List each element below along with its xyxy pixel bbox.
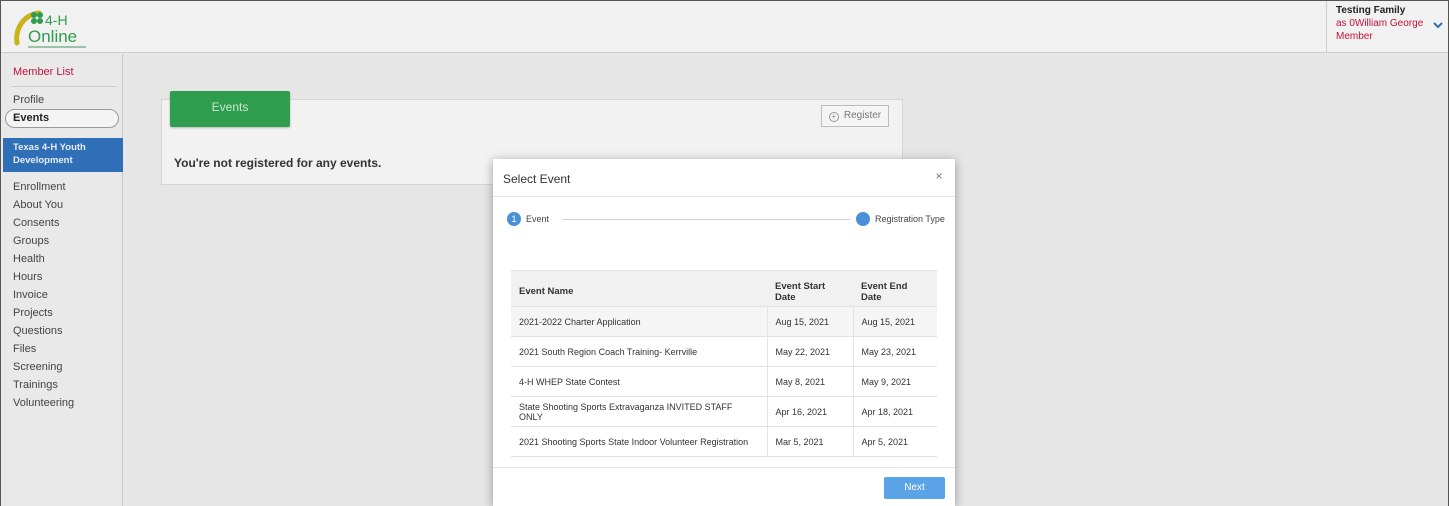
table-row[interactable]: 4-H WHEP State Contest May 8, 2021 May 9… <box>511 366 937 397</box>
event-name-cell: 2021 Shooting Sports State Indoor Volunt… <box>511 426 767 457</box>
events-tab[interactable]: Events <box>170 91 290 127</box>
event-name-cell: 2021-2022 Charter Application <box>511 306 767 337</box>
close-icon[interactable]: × <box>933 170 945 182</box>
sidebar-item-groups[interactable]: Groups <box>13 232 74 250</box>
stepper-line <box>562 219 850 220</box>
sidebar-item-hours[interactable]: Hours <box>13 268 74 286</box>
user-role: Member <box>1336 31 1373 42</box>
4h-online-logo[interactable]: 4-H Online <box>13 7 95 51</box>
sidebar-item-enrollment[interactable]: Enrollment <box>13 178 74 196</box>
step-event-indicator: 1 <box>507 212 521 226</box>
sidebar-item-profile[interactable]: Profile <box>13 94 44 106</box>
table-row[interactable]: State Shooting Sports Extravaganza INVIT… <box>511 396 937 427</box>
next-button[interactable]: Next <box>884 477 945 499</box>
modal-title: Select Event <box>503 172 571 186</box>
column-header-event-name[interactable]: Event Name <box>511 270 767 307</box>
sidebar-item-consents[interactable]: Consents <box>13 214 74 232</box>
event-end-cell: Aug 15, 2021 <box>852 306 937 337</box>
step-registration-type-label: Registration Type <box>875 214 945 224</box>
table-row[interactable]: 2021 Shooting Sports State Indoor Volunt… <box>511 426 937 457</box>
select-event-modal: Select Event × 1 Event Registration Type… <box>493 159 955 506</box>
modal-footer-divider <box>493 467 955 468</box>
event-end-cell: Apr 18, 2021 <box>852 396 937 427</box>
chevron-down-icon[interactable] <box>1432 19 1444 31</box>
step-event-label: Event <box>526 214 550 224</box>
event-end-cell: May 23, 2021 <box>852 336 937 367</box>
event-start-cell: Apr 16, 2021 <box>766 396 853 427</box>
sidebar-item-projects[interactable]: Projects <box>13 304 74 322</box>
sidebar-divider <box>11 86 117 87</box>
sidebar-item-questions[interactable]: Questions <box>13 322 74 340</box>
sidebar-org-name: Texas 4-H Youth Development <box>3 138 123 172</box>
modal-header-divider <box>493 196 955 197</box>
event-end-cell: Apr 5, 2021 <box>852 426 937 457</box>
sidebar-item-about-you[interactable]: About You <box>13 196 74 214</box>
table-row[interactable]: 2021-2022 Charter Application Aug 15, 20… <box>511 306 937 337</box>
register-label: Register <box>843 110 882 121</box>
sidebar-item-screening[interactable]: Screening <box>13 358 74 376</box>
event-start-cell: May 8, 2021 <box>766 366 853 397</box>
event-name-cell: 4-H WHEP State Contest <box>511 366 767 397</box>
empty-events-message: You're not registered for any events. <box>174 156 382 170</box>
event-start-cell: Mar 5, 2021 <box>766 426 853 457</box>
events-table: Event Name Event Start Date Event End Da… <box>511 270 937 457</box>
table-header-row: Event Name Event Start Date Event End Da… <box>511 270 937 307</box>
sidebar: Member List Profile Events Texas 4-H You… <box>1 54 123 506</box>
event-name-cell: State Shooting Sports Extravaganza INVIT… <box>511 396 767 427</box>
sidebar-item-files[interactable]: Files <box>13 340 74 358</box>
sidebar-item-member-list[interactable]: Member List <box>13 66 74 78</box>
column-header-end-date[interactable]: Event End Date <box>853 270 937 307</box>
sidebar-item-invoice[interactable]: Invoice <box>13 286 74 304</box>
svg-text:4-H: 4-H <box>45 12 68 28</box>
sidebar-item-events[interactable]: Events <box>5 109 119 128</box>
step-registration-type-indicator <box>856 212 870 226</box>
event-end-cell: May 9, 2021 <box>852 366 937 397</box>
register-button[interactable]: + Register <box>821 105 889 127</box>
event-name-cell: 2021 South Region Coach Training- Kerrvi… <box>511 336 767 367</box>
sidebar-item-trainings[interactable]: Trainings <box>13 376 74 394</box>
event-start-cell: Aug 15, 2021 <box>766 306 853 337</box>
svg-text:Online: Online <box>28 27 77 46</box>
column-header-start-date[interactable]: Event Start Date <box>767 270 853 307</box>
plus-circle-icon: + <box>828 112 839 122</box>
user-name: Testing Family <box>1336 5 1406 16</box>
top-header: 4-H Online Testing Family as 0William Ge… <box>1 1 1448 53</box>
sidebar-item-health[interactable]: Health <box>13 250 74 268</box>
table-row[interactable]: 2021 South Region Coach Training- Kerrvi… <box>511 336 937 367</box>
sidebar-item-volunteering[interactable]: Volunteering <box>13 394 74 412</box>
user-menu[interactable]: Testing Family as 0William George Member <box>1326 1 1448 53</box>
event-start-cell: May 22, 2021 <box>766 336 853 367</box>
sidebar-nav: Enrollment About You Consents Groups Hea… <box>13 178 74 412</box>
